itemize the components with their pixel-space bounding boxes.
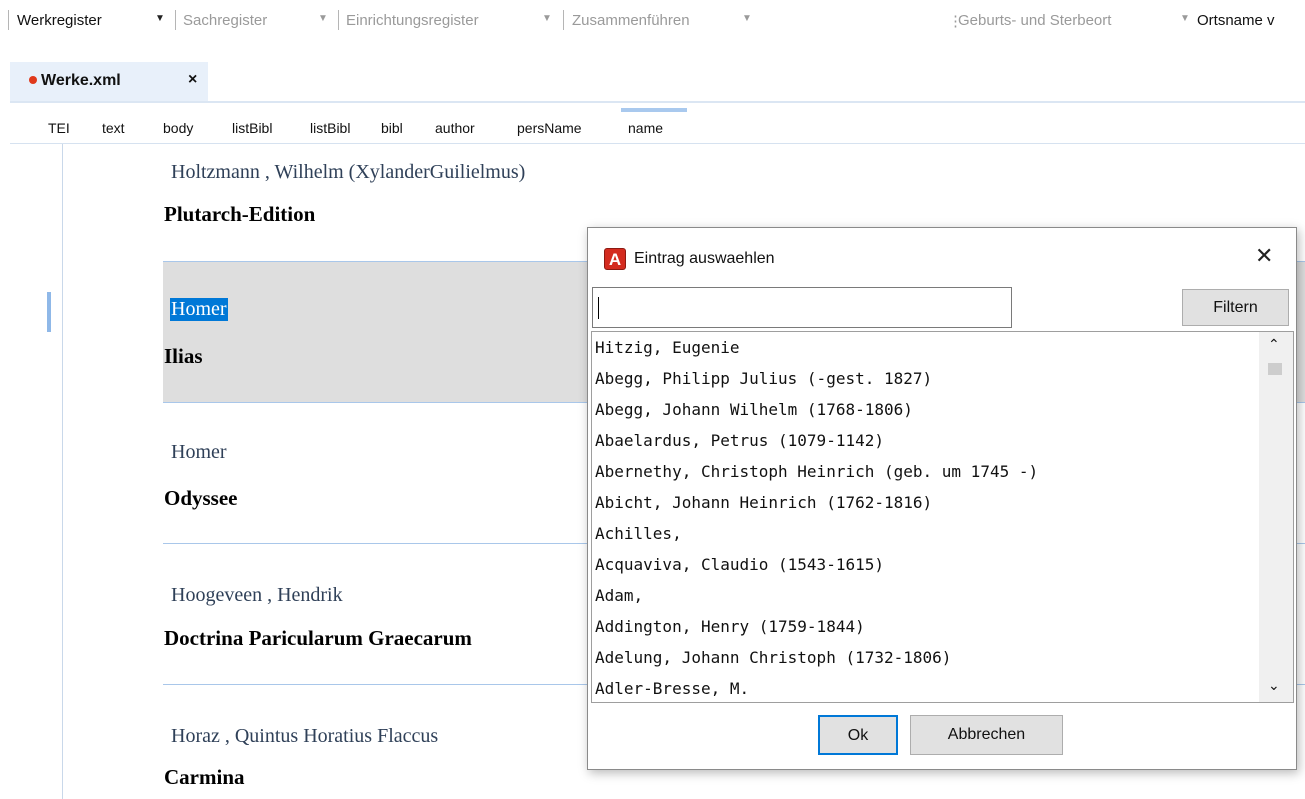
breadcrumb-item-name[interactable]: name (628, 120, 663, 136)
chevron-down-icon[interactable]: ▼ (155, 13, 165, 24)
toolbar-werkregister[interactable]: Werkregister (17, 12, 102, 29)
list-item[interactable]: Abicht, Johann Heinrich (1762-1816) (595, 489, 932, 516)
work-title[interactable]: Ilias (164, 344, 203, 369)
chevron-down-icon[interactable]: ▼ (318, 13, 328, 24)
close-icon[interactable]: ✕ (1255, 244, 1273, 268)
author-name[interactable]: Homer (171, 441, 227, 464)
breadcrumb-active-indicator (621, 108, 687, 112)
tab-werke-xml[interactable]: Werke.xml × (10, 62, 208, 102)
dialog-title: Eintrag auswaehlen (634, 250, 775, 267)
toolbar-zusammenfuehren[interactable]: Zusammenführen (572, 12, 690, 29)
toolbar-ortsname[interactable]: Ortsname v (1197, 12, 1275, 29)
scrollbar-thumb[interactable] (1268, 363, 1282, 375)
list-item[interactable]: Abernethy, Christoph Heinrich (geb. um 1… (595, 458, 1038, 485)
filter-button[interactable]: Filtern (1182, 289, 1289, 326)
list-item[interactable]: Adelung, Johann Christoph (1732-1806) (595, 644, 951, 671)
breadcrumb-item-text[interactable]: text (102, 120, 125, 136)
list-item[interactable]: Achilles, (595, 520, 682, 547)
text-caret (598, 297, 599, 319)
toolbar-separator (563, 10, 564, 30)
app-logo-icon: A (604, 248, 626, 270)
work-title[interactable]: Odyssee (164, 486, 238, 511)
chevron-down-icon[interactable]: ▼ (1180, 13, 1190, 24)
breadcrumb-item-listbibl[interactable]: listBibl (310, 120, 350, 136)
toolbar-separator (338, 10, 339, 30)
tab-label: Werke.xml (41, 72, 121, 89)
toolbar-einrichtungsregister[interactable]: Einrichtungsregister (346, 12, 479, 29)
work-title[interactable]: Plutarch-Edition (164, 202, 315, 227)
breadcrumb-divider (10, 143, 1305, 144)
author-name[interactable]: Holtzmann , Wilhelm (XylanderGuilielmus) (171, 161, 525, 184)
breadcrumb-item-persname[interactable]: persName (517, 120, 582, 136)
breadcrumb-item-bibl[interactable]: bibl (381, 120, 403, 136)
search-input[interactable] (592, 287, 1012, 328)
close-icon[interactable]: × (188, 71, 197, 89)
list-scrollbar[interactable] (1259, 332, 1293, 702)
author-name[interactable]: Horaz , Quintus Horatius Flaccus (171, 725, 438, 748)
register-toolbar: Werkregister ▼ Sachregister ▼ Einrichtun… (0, 0, 1305, 44)
select-entry-dialog: A Eintrag auswaehlen ✕ Filtern Hitzig, E… (587, 227, 1297, 770)
breadcrumb-item-tei[interactable]: TEI (48, 120, 70, 136)
breadcrumb-item-body[interactable]: body (163, 120, 193, 136)
entry-list[interactable]: Hitzig, Eugenie Abegg, Philipp Julius (-… (591, 331, 1294, 703)
breadcrumb-item-author[interactable]: author (435, 120, 475, 136)
change-marker (47, 292, 51, 332)
editor-gutter (62, 144, 63, 799)
chevron-down-icon[interactable]: ▼ (742, 13, 752, 24)
cancel-button[interactable]: Abbrechen (910, 715, 1063, 755)
list-item[interactable]: Adler-Bresse, M. (595, 675, 749, 702)
ok-button[interactable]: Ok (818, 715, 898, 755)
tab-divider (10, 101, 1305, 103)
list-item[interactable]: Hitzig, Eugenie (595, 334, 740, 361)
list-item[interactable]: Abaelardus, Petrus (1079-1142) (595, 427, 884, 454)
author-name[interactable]: Hoogeveen , Hendrik (171, 584, 343, 607)
chevron-down-icon[interactable]: ▼ (542, 13, 552, 24)
modified-dot-icon (29, 76, 37, 84)
list-item[interactable]: Acquaviva, Claudio (1543-1615) (595, 551, 884, 578)
list-item[interactable]: Abegg, Philipp Julius (-gest. 1827) (595, 365, 932, 392)
list-item[interactable]: Adam, (595, 582, 643, 609)
list-item[interactable]: Addington, Henry (1759-1844) (595, 613, 865, 640)
toolbar-separator (8, 10, 9, 30)
work-title[interactable]: Carmina (164, 765, 245, 790)
work-title[interactable]: Doctrina Paricularum Graecarum (164, 626, 472, 651)
author-name-selected[interactable]: Homer (170, 298, 228, 321)
breadcrumb-item-listbibl[interactable]: listBibl (232, 120, 272, 136)
toolbar-geburtsort[interactable]: Geburts- und Sterbeort (958, 12, 1111, 29)
toolbar-separator (175, 10, 176, 30)
chevron-down-icon[interactable]: ⌄ (1268, 677, 1280, 694)
chevron-up-icon[interactable]: ⌃ (1268, 336, 1280, 353)
list-item[interactable]: Abegg, Johann Wilhelm (1768-1806) (595, 396, 913, 423)
toolbar-sachregister[interactable]: Sachregister (183, 12, 267, 29)
